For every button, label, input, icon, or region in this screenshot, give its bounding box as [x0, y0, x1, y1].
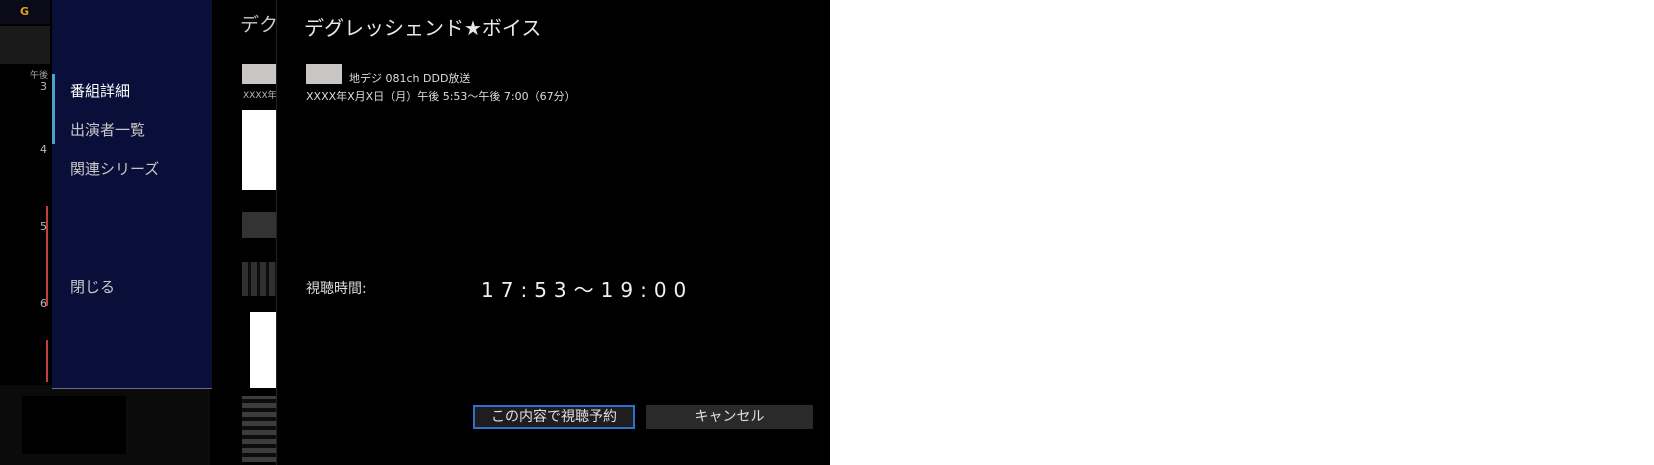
guide-logo: G	[0, 0, 50, 24]
background-program-list: デク XXXX年	[212, 0, 276, 465]
blurred-text	[242, 396, 276, 462]
menu-item-close[interactable]: 閉じる	[70, 276, 115, 297]
watch-time-value: 17:53〜19:00	[481, 278, 694, 302]
menu-item-cast-list[interactable]: 出演者一覧	[70, 119, 145, 140]
reservation-dialog: デグレッシェンド★ボイス 地デジ 081ch DDD放送 XXXX年X月X日（月…	[276, 0, 830, 465]
background-thumbnail	[242, 110, 276, 190]
timeline-marker	[46, 340, 48, 382]
background-title: デク	[240, 14, 276, 36]
menu-scroll-indicator	[52, 74, 55, 144]
channel-info: 地デジ 081ch DDD放送	[349, 72, 471, 85]
side-menu: 番組詳細 出演者一覧 関連シリーズ 閉じる	[52, 0, 213, 389]
cancel-button[interactable]: キャンセル	[646, 405, 813, 429]
channel-logo	[306, 64, 342, 84]
hour-label: 4	[40, 143, 47, 156]
preview-box	[22, 396, 126, 454]
background-bar	[242, 212, 276, 238]
watch-time-label: 視聴時間:	[306, 281, 367, 297]
epg-header-bar	[0, 26, 50, 64]
blurred-text	[242, 262, 276, 296]
tv-screen: G 午後 3 4 5 6 番組詳細 出演者一覧 関連シリーズ 閉じる デク XX…	[0, 0, 830, 465]
program-title: デグレッシェンド★ボイス	[304, 16, 542, 40]
hour-label: 3	[40, 80, 47, 93]
menu-item-program-detail[interactable]: 番組詳細	[70, 80, 130, 101]
background-thumbnail	[250, 312, 276, 388]
background-date: XXXX年	[243, 91, 276, 101]
background-channel-logo	[242, 64, 276, 84]
air-datetime: XXXX年X月X日（月）午後 5:53〜午後 7:00（67分）	[306, 90, 576, 103]
confirm-reservation-button[interactable]: この内容で視聴予約	[473, 405, 635, 429]
menu-item-related-series[interactable]: 関連シリーズ	[70, 158, 159, 179]
timeline-marker	[46, 206, 48, 306]
